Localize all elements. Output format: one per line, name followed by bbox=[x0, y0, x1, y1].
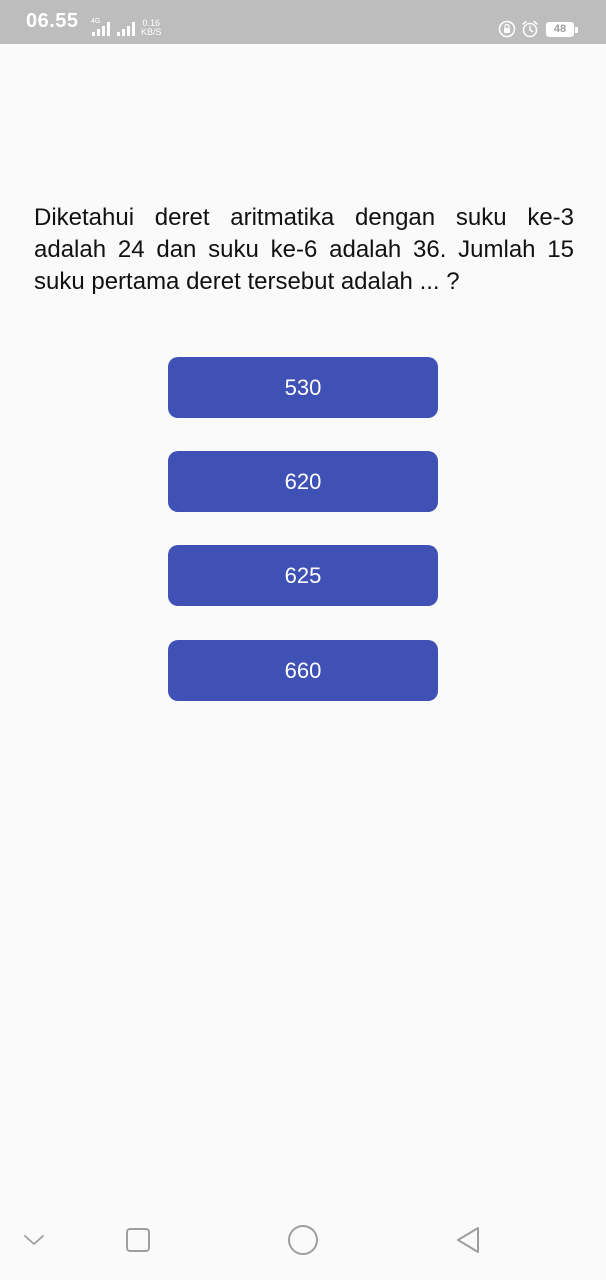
status-time: 06.55 bbox=[26, 10, 79, 32]
network-type-label: 4G bbox=[91, 18, 101, 25]
answer-button-4[interactable]: 660 bbox=[168, 640, 438, 701]
battery-icon: 48 bbox=[546, 22, 574, 37]
answer-button-1[interactable]: 530 bbox=[168, 357, 438, 418]
network-speed-unit: KB/S bbox=[141, 27, 162, 37]
recent-apps-icon[interactable] bbox=[116, 1218, 160, 1262]
lock-rotation-icon bbox=[498, 20, 516, 38]
status-bar: 06.55 4G 0.16 KB/S 48 bbox=[0, 0, 606, 44]
question-text: Diketahui deret aritmatika dengan suku k… bbox=[34, 204, 574, 295]
answer-button-3[interactable]: 625 bbox=[168, 545, 438, 606]
answer-label: 660 bbox=[284, 657, 322, 683]
answer-button-2[interactable]: 620 bbox=[168, 451, 438, 512]
home-icon[interactable] bbox=[281, 1218, 325, 1262]
answer-label: 530 bbox=[284, 374, 322, 400]
quiz-screen: 06.55 4G 0.16 KB/S 48 Diketahui deret ar… bbox=[0, 0, 606, 1280]
network-speed: 0.16 KB/S bbox=[141, 19, 162, 37]
answer-label: 625 bbox=[284, 562, 322, 588]
navigation-bar bbox=[0, 1200, 606, 1280]
alarm-icon bbox=[521, 20, 539, 38]
battery-tip bbox=[575, 27, 578, 33]
chevron-down-icon[interactable] bbox=[12, 1218, 56, 1262]
answer-label: 620 bbox=[284, 468, 322, 494]
back-icon[interactable] bbox=[446, 1218, 490, 1262]
